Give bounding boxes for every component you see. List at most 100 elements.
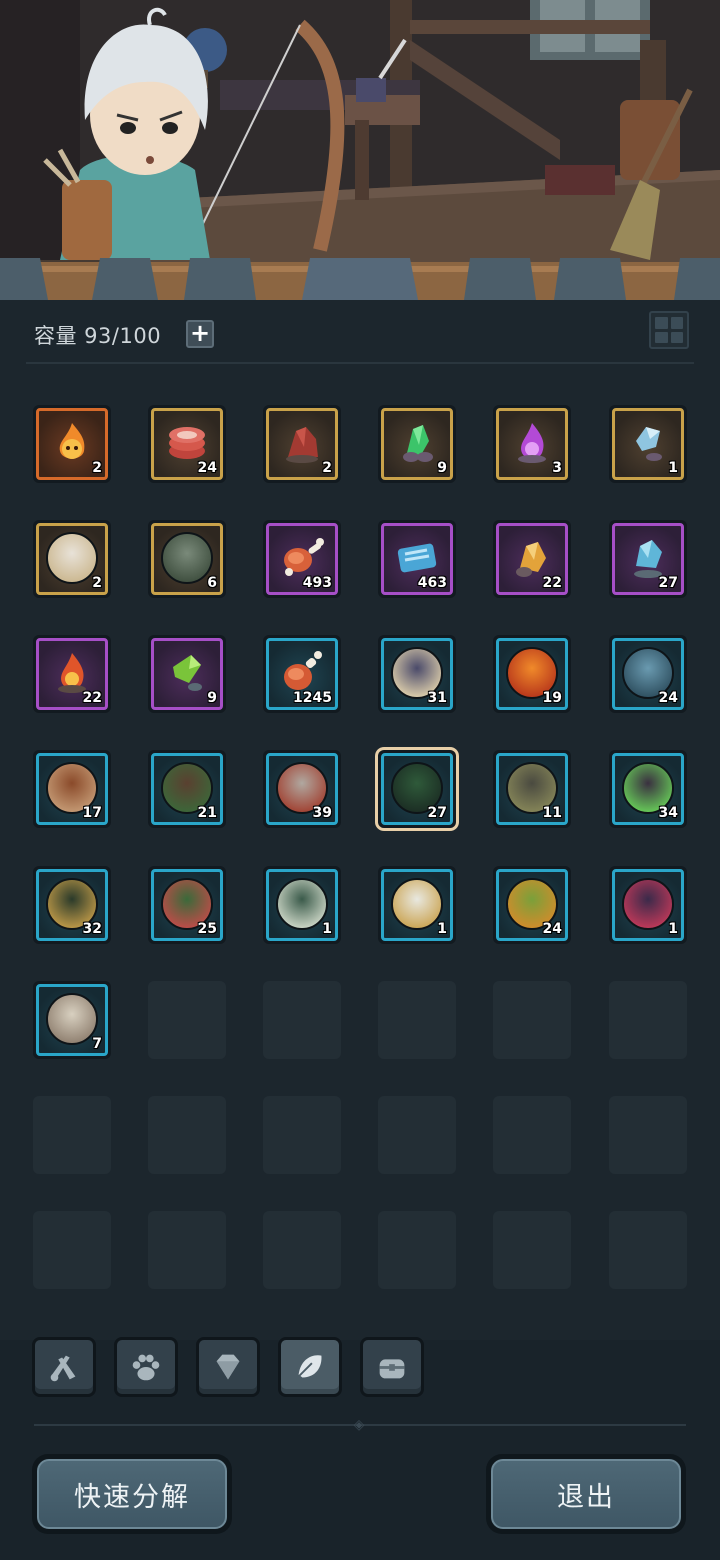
inventory-slot[interactable]: 2 (263, 405, 341, 483)
empty-slot[interactable] (263, 1211, 341, 1289)
gem-icon (216, 1354, 240, 1380)
chest-icon (379, 1359, 405, 1379)
item-frame: 11 (496, 753, 568, 825)
item-frame: 24 (496, 869, 568, 941)
inventory-slot[interactable]: 6 (148, 520, 226, 598)
quick-decompose-button[interactable]: 快速分解 (32, 1454, 232, 1534)
divider-ornament: ◈ (353, 1417, 365, 1433)
empty-slot[interactable] (263, 981, 341, 1059)
inventory-slot[interactable]: 463 (378, 520, 456, 598)
item-frame: 9 (151, 638, 223, 710)
empty-slot[interactable] (609, 981, 687, 1059)
inventory-slot[interactable]: 1 (609, 405, 687, 483)
item-frame: 25 (151, 869, 223, 941)
empty-slot[interactable] (378, 1096, 456, 1174)
item-count: 3 (552, 460, 562, 476)
exit-button[interactable]: 退出 (486, 1454, 686, 1534)
empty-slot[interactable] (148, 981, 226, 1059)
inventory-slot[interactable]: 31 (378, 635, 456, 713)
item-count: 34 (658, 805, 678, 821)
inventory-slot[interactable]: 34 (609, 750, 687, 828)
item-frame: 27 (381, 753, 453, 825)
inventory-slot[interactable]: 24 (493, 866, 571, 944)
inventory-slot[interactable]: 22 (493, 520, 571, 598)
item-count: 24 (542, 921, 562, 937)
red-ore-icon (276, 417, 328, 469)
inventory-slot[interactable]: 19 (493, 635, 571, 713)
inventory-slot[interactable]: 39 (263, 750, 341, 828)
empty-slot[interactable] (378, 1211, 456, 1289)
tab-equipment[interactable] (32, 1337, 96, 1397)
grid-view-toggle[interactable] (649, 311, 689, 349)
item-count: 11 (542, 805, 562, 821)
rat-portrait (161, 531, 213, 584)
inventory-slot[interactable]: 22 (33, 635, 111, 713)
inventory-slot[interactable]: 9 (378, 405, 456, 483)
inventory-slot[interactable]: 21 (148, 750, 226, 828)
empty-slot[interactable] (493, 1211, 571, 1289)
tab-pets[interactable] (114, 1337, 178, 1397)
item-count: 493 (302, 575, 332, 591)
inventory-slot[interactable]: 1 (263, 866, 341, 944)
inventory-slot[interactable]: 17 (33, 750, 111, 828)
empty-slot[interactable] (609, 1211, 687, 1289)
grid-icon (655, 317, 668, 329)
empty-slot[interactable] (33, 1211, 111, 1289)
item-count: 6 (207, 575, 217, 591)
item-frame: 3 (496, 408, 568, 480)
item-count: 17 (82, 805, 102, 821)
inventory-slot[interactable]: 24 (609, 635, 687, 713)
item-count: 27 (427, 805, 447, 821)
item-count: 7 (92, 1036, 102, 1052)
item-frame: 32 (36, 869, 108, 941)
item-frame: 493 (266, 523, 338, 595)
inventory-slot[interactable]: 25 (148, 866, 226, 944)
item-frame: 1 (266, 869, 338, 941)
item-count: 24 (197, 460, 217, 476)
empty-slot[interactable] (493, 981, 571, 1059)
inventory-slot[interactable]: 1 (378, 866, 456, 944)
item-frame: 1 (612, 869, 684, 941)
blue-crystal-icon (622, 417, 674, 469)
item-count: 1 (668, 460, 678, 476)
white-priestess-portrait (391, 877, 443, 930)
item-frame: 31 (381, 638, 453, 710)
inventory-slot[interactable]: 9 (148, 635, 226, 713)
white-rat-portrait (46, 992, 98, 1045)
inventory-slot[interactable]: 7 (33, 981, 111, 1059)
inventory-slot[interactable]: 1245 (263, 635, 341, 713)
item-frame: 27 (612, 523, 684, 595)
inventory-slot[interactable]: 27 (609, 520, 687, 598)
tab-chests[interactable] (360, 1337, 424, 1397)
character-scene (0, 0, 720, 300)
empty-slot[interactable] (148, 1211, 226, 1289)
tab-gems[interactable] (196, 1337, 260, 1397)
item-count: 31 (427, 690, 447, 706)
inventory-slot-selected[interactable]: 27 (378, 750, 456, 828)
inventory-slot[interactable]: 493 (263, 520, 341, 598)
empty-slot[interactable] (378, 981, 456, 1059)
tab-materials[interactable] (278, 1337, 342, 1397)
empty-slot[interactable] (33, 1096, 111, 1174)
item-count: 25 (197, 921, 217, 937)
paw-icon (132, 1354, 160, 1381)
empty-slot[interactable] (263, 1096, 341, 1174)
inventory-slot[interactable]: 3 (493, 405, 571, 483)
empty-slot[interactable] (148, 1096, 226, 1174)
green-crystal-ore-icon (391, 417, 443, 469)
empty-slot[interactable] (493, 1096, 571, 1174)
inventory-slot[interactable]: 2 (33, 405, 111, 483)
inventory-slot[interactable]: 1 (609, 866, 687, 944)
inventory-slot[interactable]: 11 (493, 750, 571, 828)
add-capacity-button[interactable]: + (186, 320, 214, 348)
item-frame: 19 (496, 638, 568, 710)
item-frame: 1 (381, 869, 453, 941)
inventory-slot[interactable]: 2 (33, 520, 111, 598)
item-frame: 39 (266, 753, 338, 825)
inventory-slot[interactable]: 32 (33, 866, 111, 944)
white-hood-hero-portrait (46, 531, 98, 584)
crossed-weapons-icon (50, 1355, 76, 1382)
inventory-slot[interactable]: 24 (148, 405, 226, 483)
purple-flame-ore-icon (506, 417, 558, 469)
empty-slot[interactable] (609, 1096, 687, 1174)
